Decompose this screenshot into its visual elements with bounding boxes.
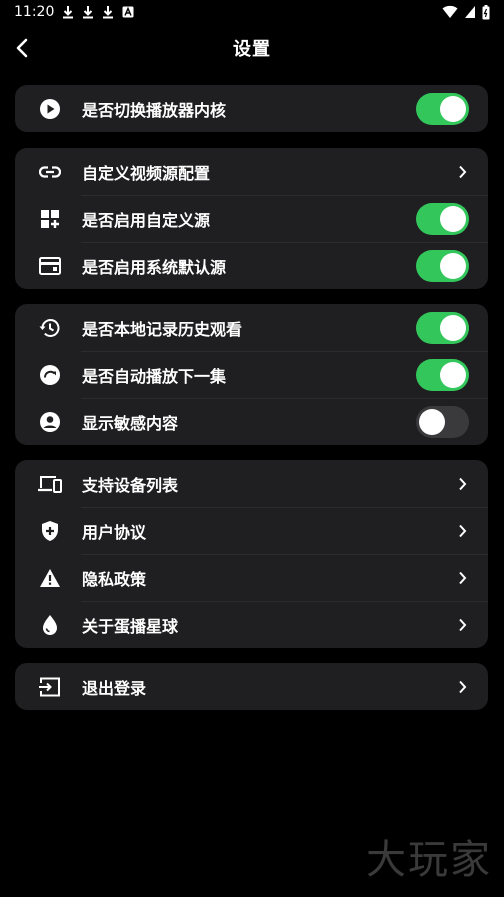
setting-row-user-agreement[interactable]: 用户协议 — [15, 507, 488, 554]
warning-icon — [38, 566, 62, 590]
back-button[interactable] — [8, 34, 36, 62]
setting-row-logout[interactable]: 退出登录 — [15, 663, 488, 710]
play-circle-icon — [38, 97, 62, 121]
setting-row-custom-source-enable[interactable]: 是否启用自定义源 — [15, 195, 488, 242]
sensitive-content-toggle[interactable] — [416, 405, 469, 438]
window-icon — [38, 254, 62, 278]
drop-icon — [38, 613, 62, 637]
setting-label: 是否自动播放下一集 — [82, 366, 227, 386]
cellular-icon — [465, 6, 475, 18]
setting-label: 是否本地记录历史观看 — [82, 319, 243, 339]
setting-row-privacy-policy[interactable]: 隐私政策 — [15, 554, 488, 601]
setting-label: 支持设备列表 — [82, 475, 179, 495]
settings-group-sources: 自定义视频源配置 是否启用自定义源 是否启用系统默认源 — [15, 148, 488, 289]
shield-icon — [38, 519, 62, 543]
setting-label: 隐私政策 — [82, 569, 147, 589]
download-icon — [83, 6, 94, 19]
download-icon — [63, 6, 74, 19]
app-notification-icon — [122, 6, 134, 18]
toggle-knob — [440, 252, 466, 279]
chevron-right-icon — [454, 164, 470, 180]
watermark: 大玩家 — [366, 837, 492, 883]
autoplay-icon — [38, 363, 62, 387]
setting-label: 是否启用自定义源 — [82, 210, 211, 230]
settings-group-player: 是否切换播放器内核 — [15, 85, 488, 132]
setting-row-history[interactable]: 是否本地记录历史观看 — [15, 304, 488, 351]
autoplay-toggle[interactable] — [416, 358, 469, 391]
settings-group-playback: 是否本地记录历史观看 是否自动播放下一集 显示敏感内容 — [15, 304, 488, 445]
battery-icon — [482, 4, 490, 19]
setting-label: 退出登录 — [82, 678, 147, 698]
download-icon — [103, 6, 114, 19]
setting-label: 关于蛋播星球 — [82, 616, 179, 636]
setting-label: 用户协议 — [82, 522, 147, 542]
setting-row-device-list[interactable]: 支持设备列表 — [15, 460, 488, 507]
chevron-right-icon — [454, 617, 470, 633]
default-source-toggle[interactable] — [416, 249, 469, 282]
setting-row-about[interactable]: 关于蛋播星球 — [15, 601, 488, 648]
back-arrow-icon — [16, 38, 28, 58]
devices-icon — [38, 472, 62, 496]
page-title: 设置 — [233, 39, 271, 60]
chevron-right-icon — [454, 570, 470, 586]
custom-source-toggle[interactable] — [416, 202, 469, 235]
status-time: 11:20 — [14, 4, 55, 20]
setting-row-default-source-enable[interactable]: 是否启用系统默认源 — [15, 242, 488, 289]
settings-group-account: 退出登录 — [15, 663, 488, 710]
toggle-knob — [419, 408, 445, 435]
toggle-knob — [440, 205, 466, 232]
title-bar: 设置 — [0, 28, 504, 68]
setting-row-custom-source-config[interactable]: 自定义视频源配置 — [15, 148, 488, 195]
link-icon — [38, 160, 62, 184]
setting-row-sensitive-content[interactable]: 显示敏感内容 — [15, 398, 488, 445]
history-icon — [38, 316, 62, 340]
chevron-right-icon — [454, 679, 470, 695]
settings-group-about: 支持设备列表 用户协议 隐私政策 关于蛋播星球 — [15, 460, 488, 648]
setting-label: 是否启用系统默认源 — [82, 257, 227, 277]
setting-label: 是否切换播放器内核 — [82, 100, 227, 120]
chevron-right-icon — [454, 523, 470, 539]
setting-label: 显示敏感内容 — [82, 413, 179, 433]
history-toggle[interactable] — [416, 311, 469, 344]
toggle-knob — [440, 95, 466, 122]
setting-row-autoplay-next[interactable]: 是否自动播放下一集 — [15, 351, 488, 398]
status-bar: 11:20 — [0, 0, 504, 24]
wifi-icon — [442, 5, 458, 18]
logout-icon — [38, 675, 62, 699]
toggle-knob — [440, 314, 466, 341]
player-core-toggle[interactable] — [416, 92, 469, 125]
chevron-right-icon — [454, 476, 470, 492]
setting-row-player-core[interactable]: 是否切换播放器内核 — [15, 85, 488, 132]
toggle-knob — [440, 361, 466, 388]
setting-label: 自定义视频源配置 — [82, 163, 211, 183]
grid-add-icon — [38, 207, 62, 231]
account-circle-icon — [38, 410, 62, 434]
